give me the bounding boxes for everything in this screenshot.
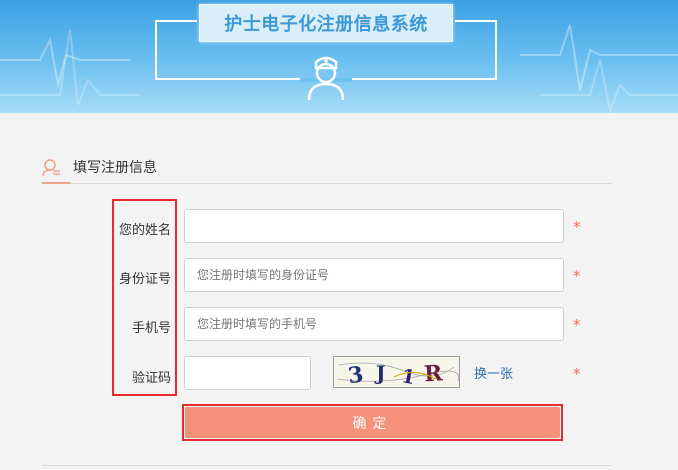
id-number-input[interactable] [184,258,564,292]
id-required-mark: * [573,267,581,285]
captcha-required-mark: * [573,365,581,383]
section-header-accent [42,182,70,184]
id-label: 身份证号 [118,272,171,287]
user-icon [42,159,60,177]
captcha-image[interactable]: 3 J 1 R [333,356,460,389]
nurse-icon [307,56,345,101]
title-frame-corner-right [455,20,497,22]
app-title-box: 护士电子化注册信息系统 [199,4,453,42]
svg-text:R: R [423,360,444,387]
bottom-divider [42,465,612,466]
captcha-graphic: 3 J 1 R [336,360,460,389]
phone-required-mark: * [573,316,581,334]
header-banner: 护士电子化注册信息系统 [0,0,678,113]
change-captcha-link[interactable]: 换一张 [474,363,513,382]
section-title: 填写注册信息 [73,160,157,176]
name-label: 您的姓名 [118,223,171,238]
name-input[interactable] [184,209,564,243]
submit-button[interactable]: 确定 [185,407,560,438]
app-title: 护士电子化注册信息系统 [224,14,428,35]
svg-text:J: J [374,361,385,385]
captcha-label: 验证码 [131,371,171,386]
phone-label: 手机号 [131,321,171,336]
title-frame-corner-left [155,20,197,22]
phone-input[interactable] [184,307,564,341]
svg-text:1: 1 [400,365,417,387]
svg-text:3: 3 [346,361,365,387]
name-required-mark: * [573,218,581,236]
captcha-input[interactable] [184,356,311,390]
